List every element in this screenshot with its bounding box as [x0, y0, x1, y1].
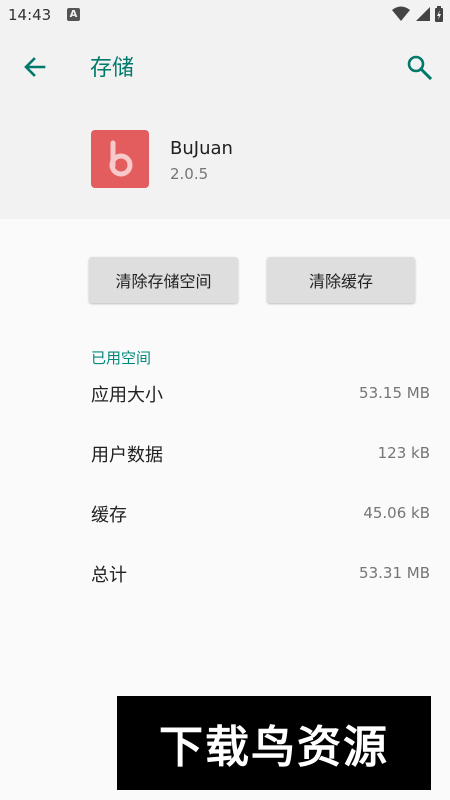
- notification-icon: A: [67, 8, 80, 21]
- app-logo-icon: [109, 140, 133, 177]
- page-title: 存储: [90, 56, 135, 81]
- signal-icon: [416, 7, 430, 21]
- row-value: 45.06 kB: [363, 504, 430, 522]
- section-title: 已用空间: [91, 349, 152, 367]
- status-icons: [392, 6, 444, 22]
- storage-row-total: 总计 53.31 MB: [91, 561, 430, 591]
- app-icon: [91, 130, 149, 188]
- row-label: 应用大小: [91, 385, 163, 406]
- storage-row-app-size: 应用大小 53.15 MB: [91, 381, 430, 411]
- wifi-icon: [392, 6, 410, 21]
- storage-row-user-data: 用户数据 123 kB: [91, 441, 430, 471]
- search-icon[interactable]: [404, 52, 434, 82]
- row-label: 用户数据: [91, 445, 163, 466]
- app-name: BuJuan: [170, 138, 233, 159]
- row-value: 123 kB: [377, 444, 430, 462]
- row-value: 53.15 MB: [359, 384, 430, 402]
- row-value: 53.31 MB: [359, 564, 430, 582]
- clear-cache-button[interactable]: 清除缓存: [267, 257, 415, 303]
- status-time: 14:43: [8, 6, 52, 24]
- app-version: 2.0.5: [170, 165, 209, 183]
- battery-icon: [435, 6, 443, 22]
- watermark-logo: 下载鸟资源: [117, 696, 431, 790]
- clear-storage-button[interactable]: 清除存储空间: [89, 257, 238, 303]
- row-label: 缓存: [91, 505, 127, 526]
- status-bar: 14:43 A: [0, 0, 450, 30]
- storage-row-cache: 缓存 45.06 kB: [91, 501, 430, 531]
- arrow-left-icon[interactable]: [20, 52, 50, 82]
- app-header: 存储 BuJuan 2.0.5: [0, 30, 450, 219]
- row-label: 总计: [91, 565, 127, 586]
